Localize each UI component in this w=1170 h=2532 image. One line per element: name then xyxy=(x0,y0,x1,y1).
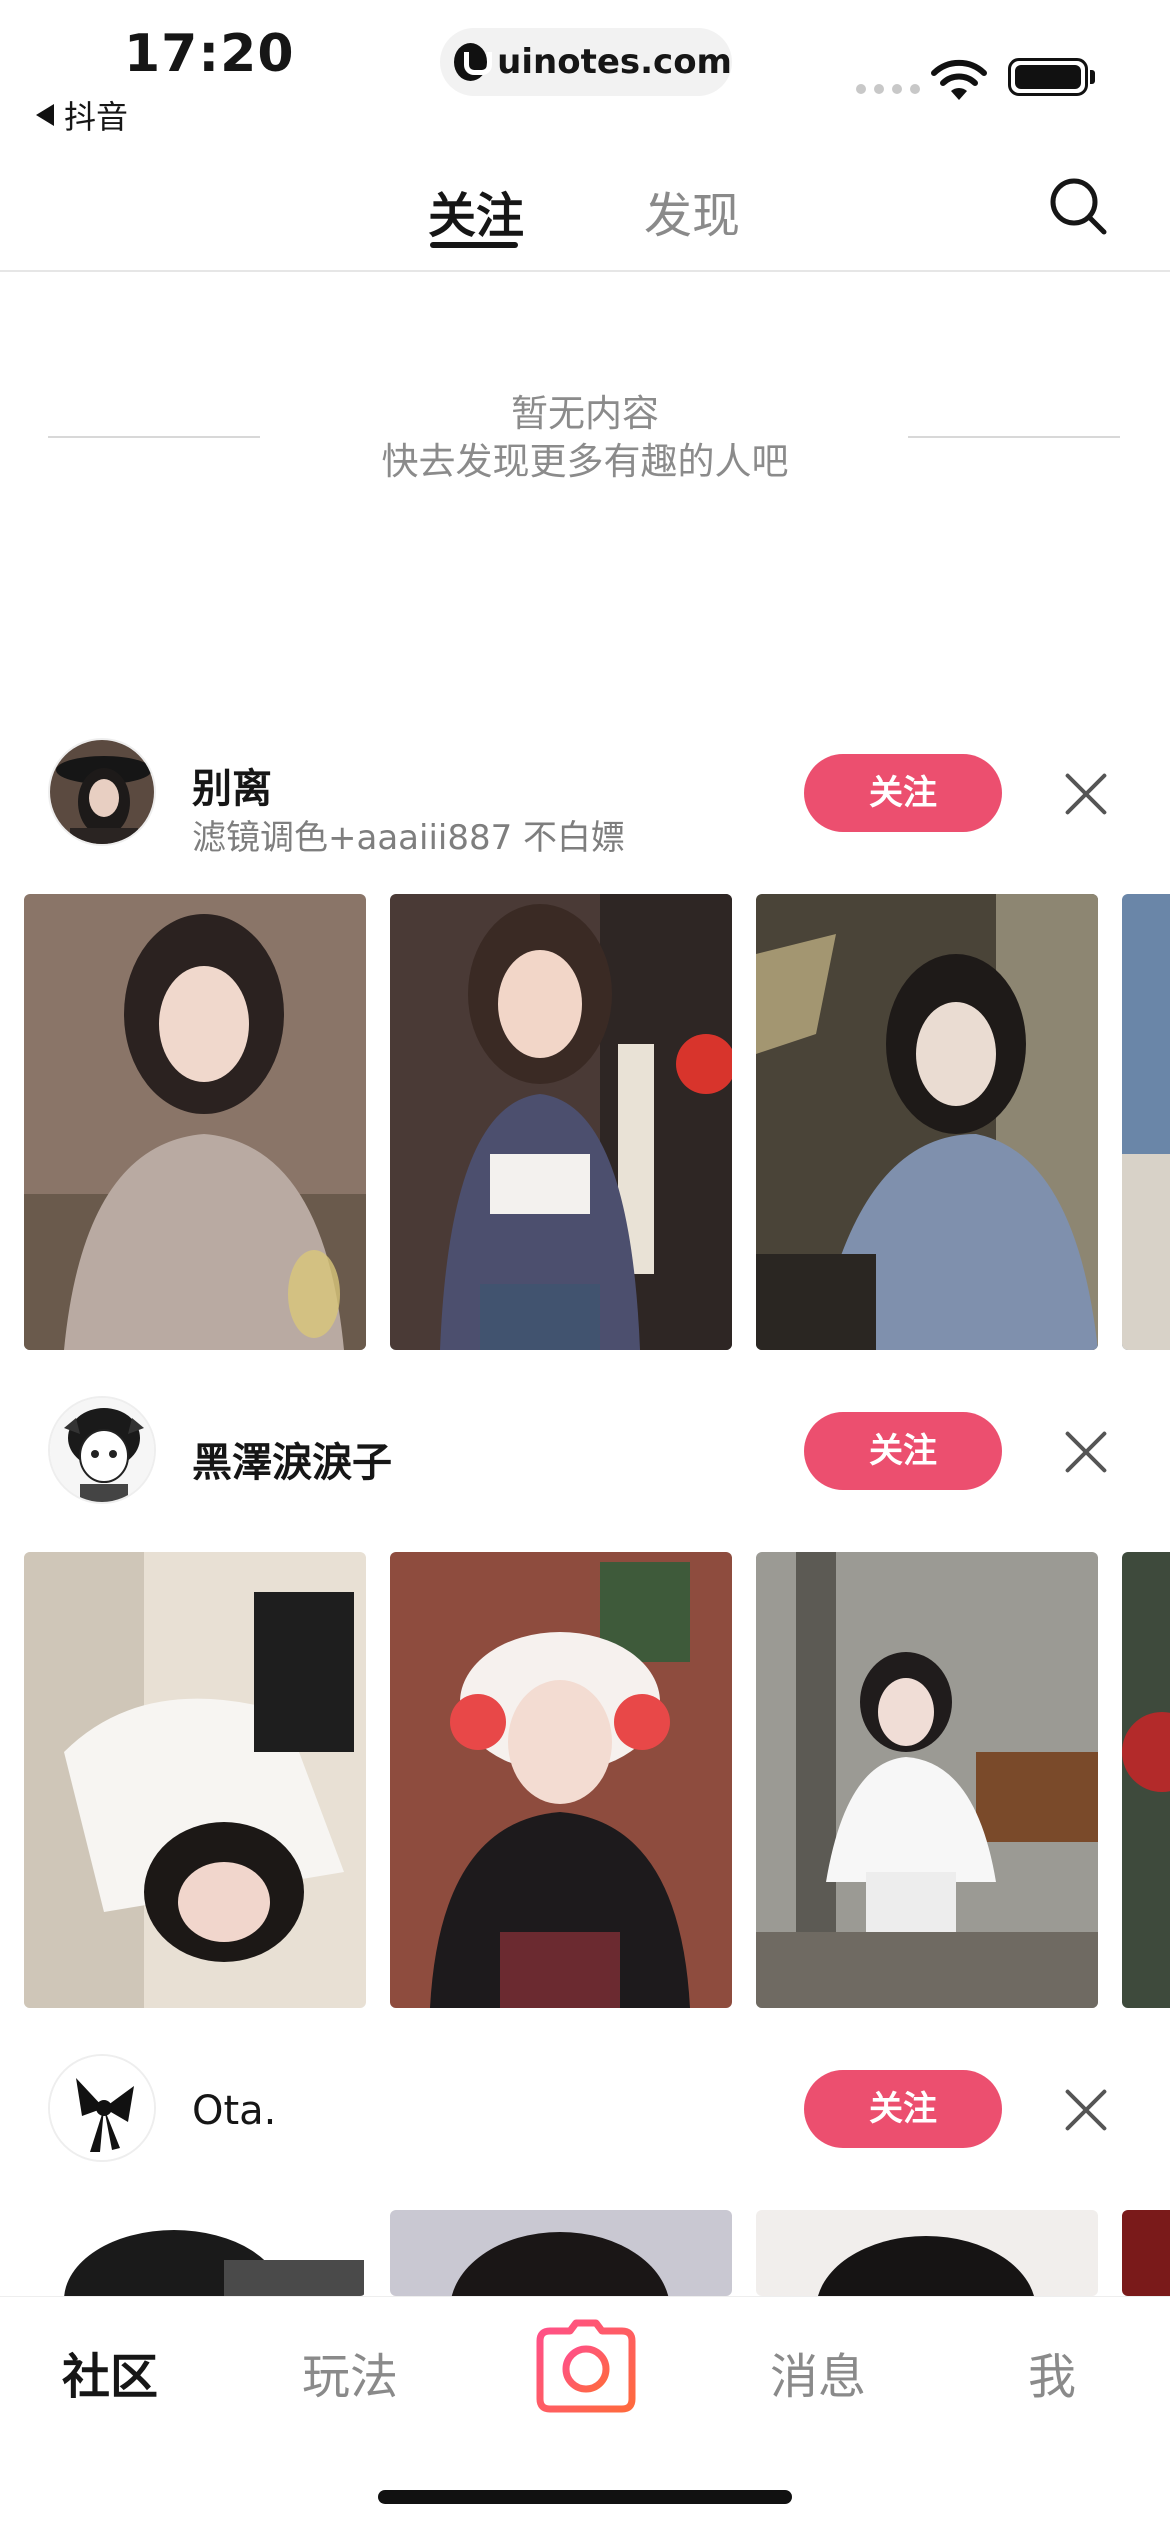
back-triangle-icon xyxy=(36,104,54,126)
follow-button[interactable]: 关注 xyxy=(804,2070,1002,2148)
avatar[interactable] xyxy=(48,738,156,846)
status-bar: 17:20 抖音 uinotes.com xyxy=(0,0,1170,140)
recommended-user-card: 别离 滤镜调色+aaaiii887 不白嫖 关注 xyxy=(0,738,1170,1350)
tab-discover[interactable]: 发现 xyxy=(644,176,740,246)
photo-row xyxy=(24,2210,1170,2296)
battery-icon xyxy=(1008,58,1088,96)
top-tabs: 关注 发现 xyxy=(0,170,1170,270)
nav-messages[interactable]: 消息 xyxy=(770,2337,866,2407)
nav-community[interactable]: 社区 xyxy=(62,2337,158,2407)
recommended-user-card: Ota. 关注 xyxy=(0,2054,1170,2296)
photo-row xyxy=(24,894,1170,1350)
photo-thumbnail[interactable] xyxy=(390,1552,732,2008)
battery-cap xyxy=(1090,70,1095,84)
user-description: 滤镜调色+aaaiii887 不白嫖 xyxy=(192,818,626,858)
photo-thumbnail[interactable] xyxy=(24,894,366,1350)
nav-play[interactable]: 玩法 xyxy=(302,2337,398,2407)
user-name[interactable]: Ota. xyxy=(192,2088,276,2134)
empty-state-subtitle: 快去发现更多有趣的人吧 xyxy=(381,440,789,483)
recommended-user-card: 黑澤淚淚子 关注 xyxy=(0,1396,1170,2008)
close-icon[interactable] xyxy=(1064,772,1108,816)
header-divider xyxy=(0,270,1170,272)
photo-thumbnail[interactable] xyxy=(756,2210,1098,2296)
signal-dots-icon xyxy=(856,84,920,94)
url-pill[interactable]: uinotes.com xyxy=(440,28,732,96)
photo-thumbnail[interactable] xyxy=(1122,2210,1170,2296)
back-to-app-button[interactable]: 抖音 xyxy=(36,92,128,138)
close-icon[interactable] xyxy=(1064,1430,1108,1474)
photo-thumbnail[interactable] xyxy=(756,894,1098,1350)
tab-active-underline xyxy=(430,242,518,248)
photo-row xyxy=(24,1552,1170,2008)
camera-icon[interactable] xyxy=(534,2317,638,2417)
close-icon[interactable] xyxy=(1064,2088,1108,2132)
search-icon[interactable] xyxy=(1048,176,1108,236)
user-header: 别离 滤镜调色+aaaiii887 不白嫖 关注 xyxy=(0,738,1170,858)
user-name[interactable]: 别离 xyxy=(192,756,272,814)
photo-thumbnail[interactable] xyxy=(390,894,732,1350)
user-name[interactable]: 黑澤淚淚子 xyxy=(192,1430,392,1488)
photo-thumbnail[interactable] xyxy=(24,2210,366,2296)
nav-me[interactable]: 我 xyxy=(1028,2337,1076,2407)
empty-divider-right xyxy=(908,436,1120,438)
photo-thumbnail[interactable] xyxy=(1122,1552,1170,2008)
back-app-label: 抖音 xyxy=(64,98,129,136)
user-header: 黑澤淚淚子 关注 xyxy=(0,1396,1170,1516)
photo-thumbnail[interactable] xyxy=(756,1552,1098,2008)
empty-state: 暂无内容 快去发现更多有趣的人吧 xyxy=(300,390,870,486)
url-text: uinotes.com xyxy=(497,42,732,82)
photo-thumbnail[interactable] xyxy=(1122,894,1170,1350)
follow-button[interactable]: 关注 xyxy=(804,754,1002,832)
empty-divider-left xyxy=(48,436,260,438)
avatar[interactable] xyxy=(48,2054,156,2162)
tab-follow[interactable]: 关注 xyxy=(428,176,524,246)
photo-thumbnail[interactable] xyxy=(390,2210,732,2296)
home-indicator xyxy=(378,2490,792,2504)
empty-state-title: 暂无内容 xyxy=(511,392,659,435)
user-header: Ota. 关注 xyxy=(0,2054,1170,2174)
site-logo-icon xyxy=(454,43,493,81)
avatar[interactable] xyxy=(48,1396,156,1504)
photo-thumbnail[interactable] xyxy=(24,1552,366,2008)
status-time: 17:20 xyxy=(124,24,295,84)
wifi-icon xyxy=(931,59,987,100)
follow-button[interactable]: 关注 xyxy=(804,1412,1002,1490)
